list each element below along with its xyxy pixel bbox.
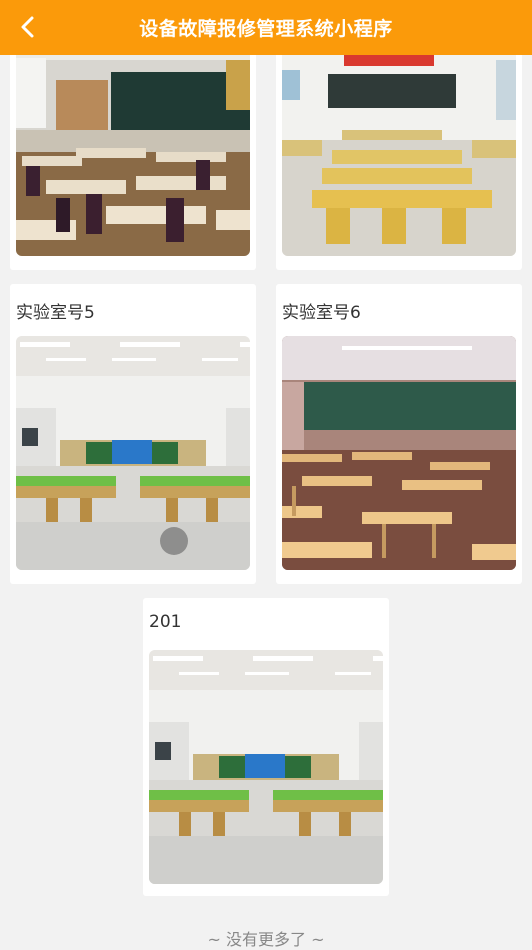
lab-card[interactable]: 实验室号6 [276, 284, 522, 584]
floating-touch-button[interactable] [160, 527, 188, 555]
no-more-text: ~ 没有更多了 ~ [207, 930, 325, 949]
header-bar: 设备故障报修管理系统小程序 [0, 0, 532, 55]
lab-photo-classroom-yellow [282, 30, 516, 256]
back-button[interactable] [10, 9, 46, 45]
lab-name: 201 [149, 612, 182, 632]
lab-name: 实验室号5 [16, 303, 95, 323]
lab-photo-green-benches [149, 650, 383, 884]
lab-name: 实验室号6 [282, 303, 361, 323]
lab-photo-green-benches [16, 336, 250, 570]
page-title: 设备故障报修管理系统小程序 [139, 18, 393, 40]
lab-photo-classroom-dark [16, 30, 250, 256]
lab-card[interactable]: 实验室号5 [10, 284, 256, 584]
lab-photo-wooden-desks [282, 336, 516, 570]
chevron-left-icon [21, 16, 34, 38]
lab-card[interactable]: 201 [143, 598, 389, 896]
